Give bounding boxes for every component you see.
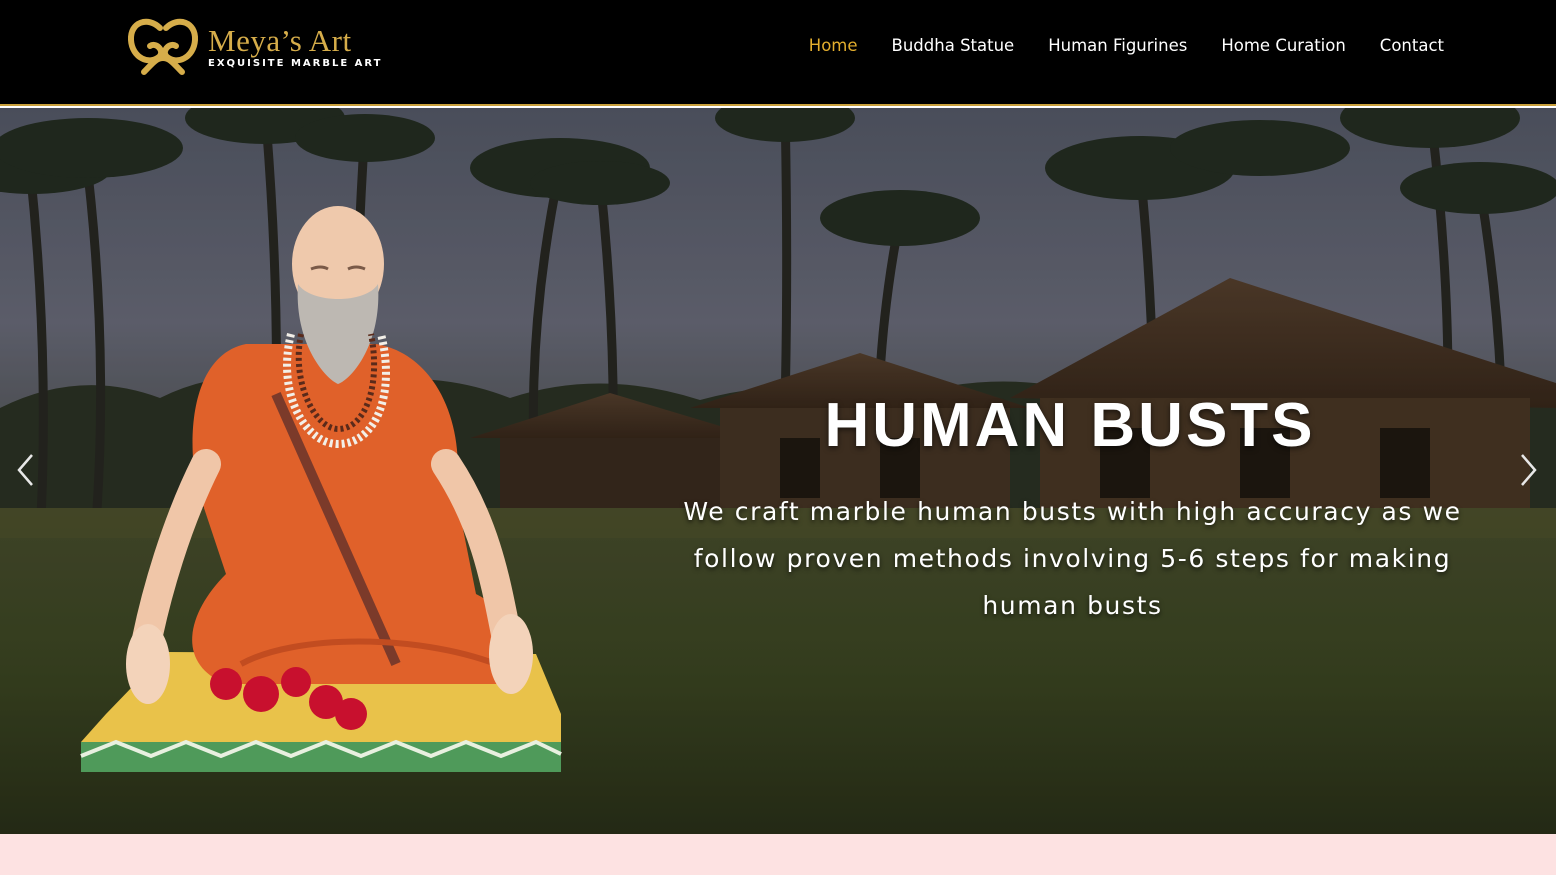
sage-statue-image [80, 206, 562, 772]
hero-slider: HUMAN BUSTS We craft marble human busts … [0, 108, 1556, 834]
hero-description: We craft marble human busts with high ac… [683, 497, 1462, 620]
nav-item-home-curation[interactable]: Home Curation [1221, 36, 1345, 55]
site-header: Meya’s Art EXQUISITE MARBLE ART Home Bud… [0, 0, 1556, 106]
brand-name: Meya’s Art [208, 23, 352, 58]
brand-logo[interactable]: Meya’s Art EXQUISITE MARBLE ART [126, 12, 382, 82]
nav-item-contact[interactable]: Contact [1380, 36, 1444, 55]
hero-title: HUMAN BUSTS [824, 391, 1316, 460]
slider-next-button[interactable] [1514, 450, 1544, 490]
slider-prev-button[interactable] [10, 450, 40, 490]
brand-tagline: EXQUISITE MARBLE ART [208, 58, 383, 69]
nav-item-buddha-statue[interactable]: Buddha Statue [892, 36, 1015, 55]
chevron-right-icon [1521, 454, 1537, 486]
chevron-left-icon [17, 454, 33, 486]
nav-item-human-figurines[interactable]: Human Figurines [1048, 36, 1187, 55]
nav-item-home[interactable]: Home [809, 36, 858, 55]
main-nav: Home Buddha Statue Human Figurines Home … [809, 36, 1444, 55]
page: Meya’s Art EXQUISITE MARBLE ART Home Bud… [0, 0, 1556, 875]
section-band [0, 834, 1556, 875]
logo-mark-icon [128, 18, 198, 75]
